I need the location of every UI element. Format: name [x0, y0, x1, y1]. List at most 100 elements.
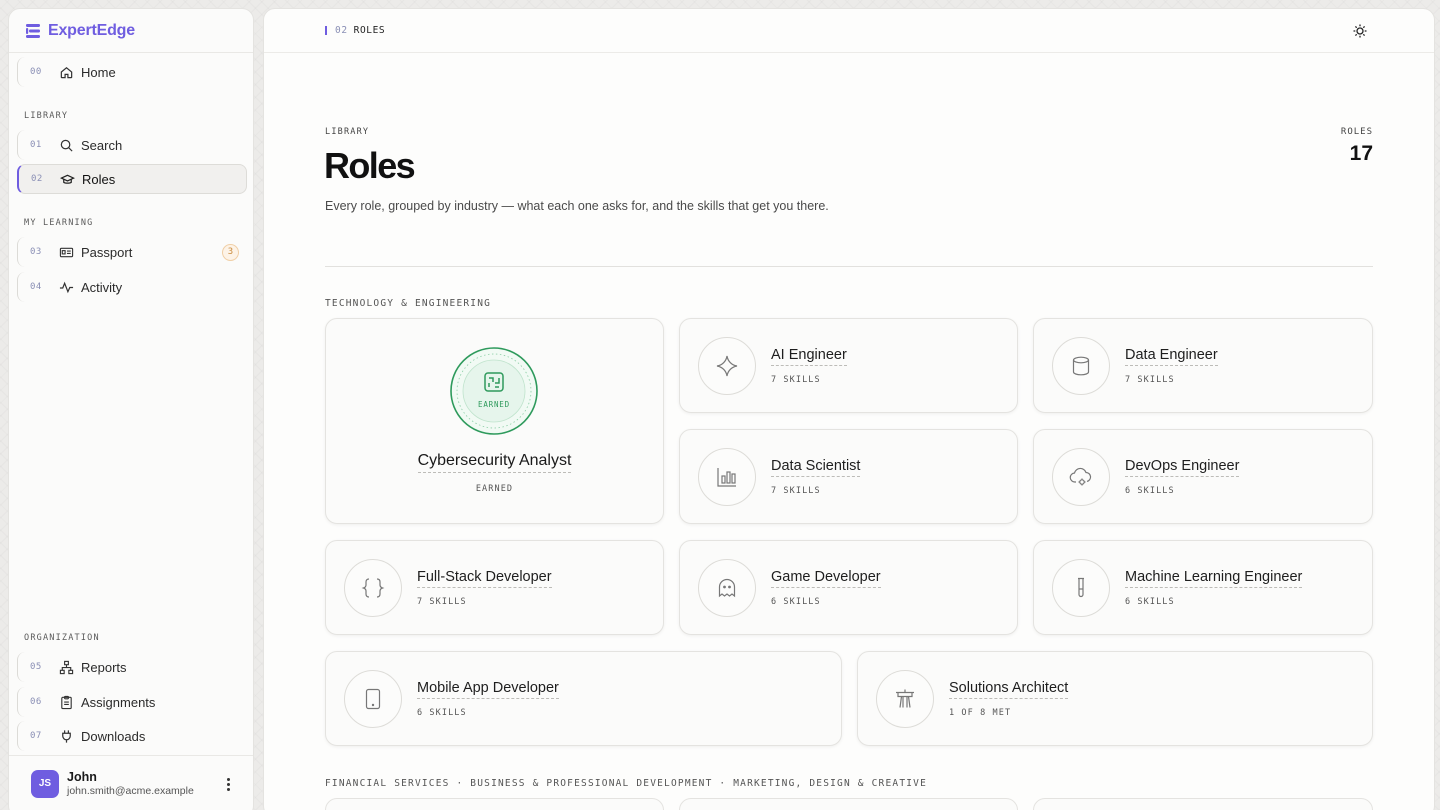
- role-card-full-stack-developer[interactable]: Full-Stack Developer 7 SKILLS: [325, 540, 664, 635]
- role-card-data-scientist[interactable]: Data Scientist 7 SKILLS: [679, 429, 1018, 524]
- user-name: John: [67, 770, 97, 784]
- nav-label: Reports: [81, 659, 127, 675]
- user-profile[interactable]: JS John john.smith@acme.example: [9, 755, 253, 810]
- role-meta: 7 SKILLS: [417, 597, 467, 607]
- role-card-devops-engineer[interactable]: DevOps Engineer 6 SKILLS: [1033, 429, 1373, 524]
- role-name-text[interactable]: Cybersecurity Analyst: [417, 452, 572, 473]
- nav-assignments[interactable]: 06 Assignments: [17, 687, 247, 717]
- role-card-partial[interactable]: [679, 798, 1018, 810]
- user-info: John john.smith@acme.example: [67, 770, 194, 797]
- role-name[interactable]: Mobile App Developer: [417, 680, 559, 699]
- page-title: Roles: [324, 145, 416, 186]
- role-status: EARNED: [475, 484, 514, 494]
- nav-number: 06: [30, 697, 42, 707]
- top-bar: 02 ROLES: [264, 9, 1434, 53]
- main-panel: 02 ROLES LIBRARY Roles Every role, group…: [263, 8, 1435, 810]
- seal-label: EARNED: [478, 400, 510, 409]
- roles-count-value: 17: [1349, 142, 1373, 165]
- nav-downloads[interactable]: 07 Downloads: [17, 721, 247, 751]
- role-name[interactable]: Full-Stack Developer: [417, 569, 552, 588]
- role-name[interactable]: AI Engineer: [771, 347, 847, 366]
- breadcrumb-number: 02: [335, 25, 348, 36]
- role-card-machine-learning-engineer[interactable]: Machine Learning Engineer 6 SKILLS: [1033, 540, 1373, 635]
- tablet-icon: [344, 670, 402, 728]
- brand[interactable]: ExpertEdge: [9, 9, 253, 53]
- role-meta: 6 SKILLS: [1125, 597, 1175, 607]
- breadcrumb: 02 ROLES: [325, 25, 385, 36]
- page-eyebrow: LIBRARY: [325, 127, 370, 137]
- sun-icon[interactable]: [1352, 23, 1368, 39]
- nav-passport[interactable]: 03 Passport 3: [17, 237, 247, 267]
- nav-number: 07: [30, 731, 42, 741]
- database-icon: [1052, 337, 1110, 395]
- role-name[interactable]: Game Developer: [771, 569, 881, 588]
- nav-reports[interactable]: 05 Reports: [17, 652, 247, 682]
- plug-icon: [58, 728, 74, 744]
- role-meta: 1 OF 8 MET: [949, 708, 1012, 718]
- app-name: ExpertEdge: [48, 21, 135, 39]
- role-name: Cybersecurity Analyst: [326, 452, 663, 473]
- roles-count-label: ROLES: [1340, 127, 1373, 137]
- role-card-partial[interactable]: [325, 798, 664, 810]
- breadcrumb-label: ROLES: [353, 25, 386, 36]
- role-name[interactable]: Data Scientist: [771, 458, 861, 477]
- activity-icon: [58, 279, 74, 295]
- bar-chart-icon: [698, 448, 756, 506]
- nav-number: 02: [31, 174, 43, 184]
- avatar: JS: [31, 769, 59, 798]
- role-meta: 7 SKILLS: [771, 375, 821, 385]
- role-card-cybersecurity-analyst[interactable]: EARNED Cybersecurity Analyst EARNED: [325, 318, 664, 524]
- role-card-data-engineer[interactable]: Data Engineer 7 SKILLS: [1033, 318, 1373, 413]
- more-options-icon[interactable]: [227, 778, 231, 793]
- page-subtitle: Every role, grouped by industry — what e…: [325, 199, 829, 213]
- tower-icon: [876, 670, 934, 728]
- role-card-mobile-app-developer[interactable]: Mobile App Developer 6 SKILLS: [325, 651, 842, 746]
- section-organization: ORGANIZATION: [24, 633, 100, 643]
- nav-label: Roles: [82, 171, 116, 187]
- home-icon: [58, 64, 74, 80]
- sidebar: ExpertEdge 00 Home LIBRARY 01 Search 02 …: [8, 8, 254, 810]
- logo-icon: [26, 23, 40, 38]
- role-meta: 6 SKILLS: [417, 708, 467, 718]
- divider: [325, 266, 1373, 267]
- nav-label: Home: [81, 64, 116, 80]
- role-name[interactable]: Solutions Architect: [949, 680, 1069, 699]
- role-meta: 6 SKILLS: [1125, 486, 1175, 496]
- nav-roles[interactable]: 02 Roles: [17, 164, 247, 194]
- nav-number: 05: [30, 662, 42, 672]
- role-name[interactable]: Machine Learning Engineer: [1125, 569, 1303, 588]
- role-meta: 7 SKILLS: [1125, 375, 1175, 385]
- test-tube-icon: [1052, 559, 1110, 617]
- role-card-solutions-architect[interactable]: Solutions Architect 1 OF 8 MET: [857, 651, 1373, 746]
- role-name[interactable]: DevOps Engineer: [1125, 458, 1240, 477]
- nav-home[interactable]: 00 Home: [17, 57, 247, 87]
- graduation-cap-icon: [59, 171, 75, 187]
- nav-number: 03: [30, 247, 42, 257]
- nav-label: Assignments: [81, 694, 156, 710]
- group-label-tech: TECHNOLOGY & ENGINEERING: [325, 298, 492, 309]
- cloud-gear-icon: [1052, 448, 1110, 506]
- breadcrumb-marker: [325, 26, 327, 35]
- role-meta: 7 SKILLS: [771, 486, 821, 496]
- role-card-game-developer[interactable]: Game Developer 6 SKILLS: [679, 540, 1018, 635]
- nav-search[interactable]: 01 Search: [17, 130, 247, 160]
- user-email: john.smith@acme.example: [67, 785, 194, 797]
- nav-number: 00: [30, 67, 42, 77]
- ghost-icon: [698, 559, 756, 617]
- nav-number: 01: [30, 140, 42, 150]
- sparkle-icon: [698, 337, 756, 395]
- clipboard-icon: [58, 694, 74, 710]
- id-card-icon: [58, 244, 74, 260]
- group-label-more: FINANCIAL SERVICES · BUSINESS & PROFESSI…: [325, 778, 927, 789]
- role-card-partial[interactable]: [1033, 798, 1373, 810]
- nav-label: Passport: [81, 244, 133, 260]
- section-my-learning: MY LEARNING: [24, 218, 94, 228]
- nav-number: 04: [30, 282, 42, 292]
- search-icon: [58, 137, 74, 153]
- role-card-ai-engineer[interactable]: AI Engineer 7 SKILLS: [679, 318, 1018, 413]
- role-name[interactable]: Data Engineer: [1125, 347, 1218, 366]
- nav-activity[interactable]: 04 Activity: [17, 272, 247, 302]
- role-meta: 6 SKILLS: [771, 597, 821, 607]
- braces-icon: [344, 559, 402, 617]
- earned-seal-icon: EARNED: [450, 347, 538, 435]
